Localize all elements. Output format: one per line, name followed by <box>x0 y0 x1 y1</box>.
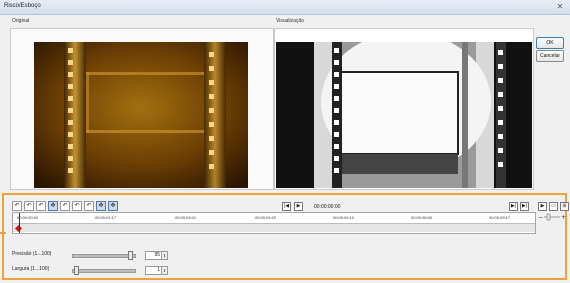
tick-label: 00:00:08:00 <box>411 215 433 220</box>
grid-icon[interactable]: ⊞ <box>560 202 569 211</box>
play-controls: ▶ ▭ ⊞ <box>538 202 569 211</box>
tool-button-5[interactable]: ↶ <box>72 201 82 211</box>
original-image <box>34 42 248 188</box>
tool-button-2[interactable]: ↶ <box>36 201 46 211</box>
original-preview-panel <box>10 28 274 190</box>
width-spin-button[interactable]: ⇕ <box>161 266 168 275</box>
cancel-button[interactable]: Cancelar <box>536 50 564 62</box>
tool-button-1[interactable]: ↶ <box>24 201 34 211</box>
svg-text:−: − <box>538 214 543 221</box>
tick-label: 00:00:06:10 <box>333 215 355 220</box>
tool-button-6[interactable]: ↶ <box>84 201 94 211</box>
tick-label: 00:00:00:00 <box>17 215 39 220</box>
keyframe-track[interactable] <box>13 224 535 232</box>
tool-button-8[interactable]: ✥ <box>108 201 118 211</box>
timeline-ruler: 00:00:00:00 00:00:01:17 00:00:03:01 00:0… <box>13 213 535 224</box>
precision-slider-thumb[interactable] <box>128 251 133 260</box>
precision-slider[interactable] <box>72 251 136 260</box>
width-label: Largura (1...100) <box>12 266 50 272</box>
last-keyframe-button[interactable]: ▶| <box>520 202 529 211</box>
tool-button-7[interactable]: ✥ <box>96 201 106 211</box>
tick-label: 00:00:04:20 <box>255 215 277 220</box>
timeline[interactable]: 00:00:00:00 00:00:01:17 00:00:03:01 00:0… <box>12 212 536 234</box>
timecode-display: 00:00:00:00 <box>314 203 341 210</box>
preview-label: Visualização <box>276 18 304 24</box>
zoom-slider[interactable]: − + <box>538 212 566 222</box>
play-button[interactable]: ▶ <box>294 202 303 211</box>
tool-button-4[interactable]: ↶ <box>60 201 70 211</box>
result-image <box>276 42 532 188</box>
svg-text:+: + <box>561 214 566 221</box>
tick-label: 00:00:01:17 <box>95 215 117 220</box>
window-title: Risco/Esboço <box>4 3 41 9</box>
close-icon[interactable]: ✕ <box>554 2 566 11</box>
next-keyframe-button[interactable]: ▶| <box>509 202 518 211</box>
original-label: Original <box>12 18 30 24</box>
ok-button[interactable]: OK <box>536 37 564 49</box>
precision-spin-button[interactable]: ⇕ <box>161 251 168 260</box>
prev-frame-button[interactable]: |◀ <box>282 202 291 211</box>
tick-label: 00:00:03:01 <box>175 215 197 220</box>
keyframe-toolbar: ↶ ↶ ↶ ✥ ↶ ↶ ↶ ✥ ✥ <box>12 201 118 211</box>
result-preview-panel <box>274 28 534 190</box>
stop-icon[interactable]: ▭ <box>549 202 558 211</box>
play-icon[interactable]: ▶ <box>538 202 547 211</box>
tool-button-3[interactable]: ✥ <box>48 201 58 211</box>
width-slider-thumb[interactable] <box>74 266 79 275</box>
callout-line <box>0 232 6 234</box>
width-slider[interactable] <box>72 266 136 275</box>
title-bar: Risco/Esboço ✕ <box>0 0 570 15</box>
preview-playback-controls: |◀ ▶ 00:00:00:00 <box>282 202 340 211</box>
precision-label: Precisão (1...100) <box>12 251 52 257</box>
nav-controls: ▶| ▶| <box>509 202 529 211</box>
dialog-window: Risco/Esboço ✕ Original Visualização OK … <box>0 0 570 283</box>
playhead[interactable] <box>19 213 20 233</box>
tool-button-0[interactable]: ↶ <box>12 201 22 211</box>
tick-label: 00:00:09:17 <box>489 215 511 220</box>
